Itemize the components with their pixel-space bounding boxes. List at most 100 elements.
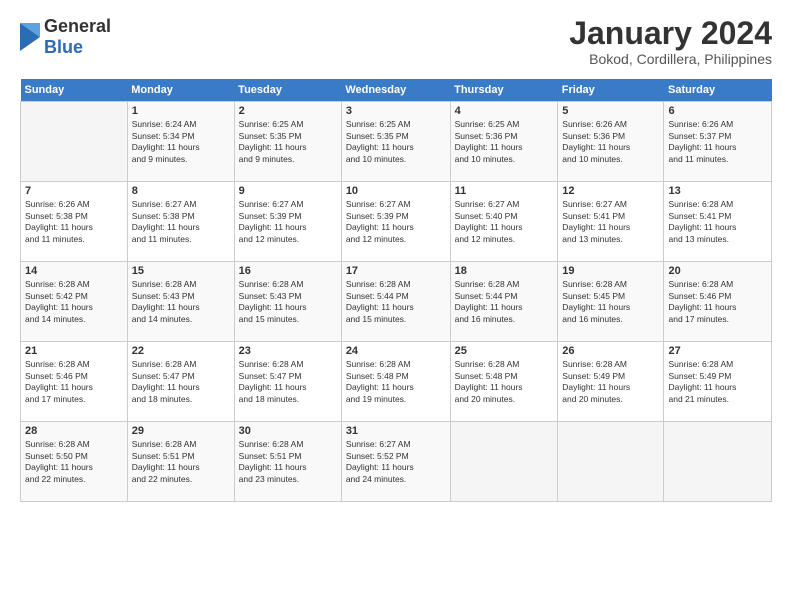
day-number: 9 (239, 185, 337, 197)
day-cell: 29 Sunrise: 6:28 AM Sunset: 5:51 PM Dayli… (127, 422, 234, 502)
day-info: Sunrise: 6:28 AM Sunset: 5:43 PM Dayligh… (132, 279, 230, 325)
day-cell: 3 Sunrise: 6:25 AM Sunset: 5:35 PM Daylig… (341, 102, 450, 182)
day-number: 17 (346, 265, 446, 277)
day-number: 13 (668, 185, 767, 197)
day-number: 31 (346, 425, 446, 437)
week-row-2: 7Sunrise: 6:26 AM Sunset: 5:38 PM Daylig… (21, 182, 772, 262)
weekday-header-saturday: Saturday (664, 79, 772, 102)
weekday-header-friday: Friday (558, 79, 664, 102)
day-cell: 13 Sunrise: 6:28 AM Sunset: 5:41 PM Dayli… (664, 182, 772, 262)
day-cell: 28 Sunrise: 6:28 AM Sunset: 5:50 PM Dayli… (21, 422, 128, 502)
day-info: Sunrise: 6:28 AM Sunset: 5:51 PM Dayligh… (132, 439, 230, 485)
day-info: Sunrise: 6:28 AM Sunset: 5:44 PM Dayligh… (346, 279, 446, 325)
day-number: 14 (25, 265, 123, 277)
day-cell: 26 Sunrise: 6:28 AM Sunset: 5:49 PM Dayli… (558, 342, 664, 422)
day-info: Sunrise: 6:28 AM Sunset: 5:43 PM Dayligh… (239, 279, 337, 325)
day-info: Sunrise: 6:28 AM Sunset: 5:48 PM Dayligh… (455, 359, 554, 405)
day-number: 4 (455, 105, 554, 117)
day-cell: 16Sunrise: 6:28 AM Sunset: 5:43 PM Dayli… (234, 262, 341, 342)
logo: General Blue (20, 16, 111, 58)
week-row-1: 1 Sunrise: 6:24 AM Sunset: 5:34 PM Daylig… (21, 102, 772, 182)
header: General Blue January 2024 Bokod, Cordill… (20, 16, 772, 67)
weekday-header-row: SundayMondayTuesdayWednesdayThursdayFrid… (21, 79, 772, 102)
day-cell: 7Sunrise: 6:26 AM Sunset: 5:38 PM Daylig… (21, 182, 128, 262)
weekday-header-thursday: Thursday (450, 79, 558, 102)
day-cell: 22 Sunrise: 6:28 AM Sunset: 5:47 PM Dayli… (127, 342, 234, 422)
day-cell: 1 Sunrise: 6:24 AM Sunset: 5:34 PM Daylig… (127, 102, 234, 182)
day-cell: 25Sunrise: 6:28 AM Sunset: 5:48 PM Dayli… (450, 342, 558, 422)
day-number: 30 (239, 425, 337, 437)
day-cell: 5 Sunrise: 6:26 AM Sunset: 5:36 PM Daylig… (558, 102, 664, 182)
day-number: 8 (132, 185, 230, 197)
day-info: Sunrise: 6:28 AM Sunset: 5:47 PM Dayligh… (132, 359, 230, 405)
day-number: 7 (25, 185, 123, 197)
day-number: 28 (25, 425, 123, 437)
day-number: 6 (668, 105, 767, 117)
logo-icon (20, 23, 40, 51)
day-info: Sunrise: 6:28 AM Sunset: 5:47 PM Dayligh… (239, 359, 337, 405)
day-cell: 6 Sunrise: 6:26 AM Sunset: 5:37 PM Daylig… (664, 102, 772, 182)
page: General Blue January 2024 Bokod, Cordill… (0, 0, 792, 612)
day-cell: 2 Sunrise: 6:25 AM Sunset: 5:35 PM Daylig… (234, 102, 341, 182)
day-number: 1 (132, 105, 230, 117)
day-number: 19 (562, 265, 659, 277)
day-number: 29 (132, 425, 230, 437)
day-cell: 19 Sunrise: 6:28 AM Sunset: 5:45 PM Dayli… (558, 262, 664, 342)
calendar: SundayMondayTuesdayWednesdayThursdayFrid… (20, 79, 772, 502)
day-info: Sunrise: 6:25 AM Sunset: 5:35 PM Dayligh… (346, 119, 446, 165)
day-cell: 8 Sunrise: 6:27 AM Sunset: 5:38 PM Daylig… (127, 182, 234, 262)
day-cell: 18Sunrise: 6:28 AM Sunset: 5:44 PM Dayli… (450, 262, 558, 342)
day-info: Sunrise: 6:27 AM Sunset: 5:41 PM Dayligh… (562, 199, 659, 245)
week-row-3: 14 Sunrise: 6:28 AM Sunset: 5:42 PM Dayli… (21, 262, 772, 342)
logo-blue-text: Blue (44, 37, 111, 58)
weekday-header-wednesday: Wednesday (341, 79, 450, 102)
day-cell: 14 Sunrise: 6:28 AM Sunset: 5:42 PM Dayli… (21, 262, 128, 342)
day-number: 5 (562, 105, 659, 117)
day-info: Sunrise: 6:28 AM Sunset: 5:45 PM Dayligh… (562, 279, 659, 325)
day-cell (664, 422, 772, 502)
day-info: Sunrise: 6:28 AM Sunset: 5:49 PM Dayligh… (562, 359, 659, 405)
day-info: Sunrise: 6:28 AM Sunset: 5:42 PM Dayligh… (25, 279, 123, 325)
day-number: 26 (562, 345, 659, 357)
day-cell: 31Sunrise: 6:27 AM Sunset: 5:52 PM Dayli… (341, 422, 450, 502)
day-info: Sunrise: 6:28 AM Sunset: 5:48 PM Dayligh… (346, 359, 446, 405)
day-number: 22 (132, 345, 230, 357)
day-cell: 11Sunrise: 6:27 AM Sunset: 5:40 PM Dayli… (450, 182, 558, 262)
day-info: Sunrise: 6:27 AM Sunset: 5:38 PM Dayligh… (132, 199, 230, 245)
day-info: Sunrise: 6:24 AM Sunset: 5:34 PM Dayligh… (132, 119, 230, 165)
day-info: Sunrise: 6:28 AM Sunset: 5:51 PM Dayligh… (239, 439, 337, 485)
day-info: Sunrise: 6:26 AM Sunset: 5:37 PM Dayligh… (668, 119, 767, 165)
day-cell: 9 Sunrise: 6:27 AM Sunset: 5:39 PM Daylig… (234, 182, 341, 262)
day-cell: 17 Sunrise: 6:28 AM Sunset: 5:44 PM Dayli… (341, 262, 450, 342)
day-number: 27 (668, 345, 767, 357)
day-cell (558, 422, 664, 502)
day-cell: 4Sunrise: 6:25 AM Sunset: 5:36 PM Daylig… (450, 102, 558, 182)
day-info: Sunrise: 6:28 AM Sunset: 5:41 PM Dayligh… (668, 199, 767, 245)
day-number: 10 (346, 185, 446, 197)
day-info: Sunrise: 6:28 AM Sunset: 5:50 PM Dayligh… (25, 439, 123, 485)
weekday-header-monday: Monday (127, 79, 234, 102)
day-info: Sunrise: 6:27 AM Sunset: 5:39 PM Dayligh… (346, 199, 446, 245)
week-row-5: 28 Sunrise: 6:28 AM Sunset: 5:50 PM Dayli… (21, 422, 772, 502)
day-number: 15 (132, 265, 230, 277)
weekday-header-tuesday: Tuesday (234, 79, 341, 102)
title-block: January 2024 Bokod, Cordillera, Philippi… (569, 16, 772, 67)
day-info: Sunrise: 6:28 AM Sunset: 5:44 PM Dayligh… (455, 279, 554, 325)
day-cell: 21Sunrise: 6:28 AM Sunset: 5:46 PM Dayli… (21, 342, 128, 422)
day-cell: 27Sunrise: 6:28 AM Sunset: 5:49 PM Dayli… (664, 342, 772, 422)
day-info: Sunrise: 6:27 AM Sunset: 5:40 PM Dayligh… (455, 199, 554, 245)
month-title: January 2024 (569, 16, 772, 51)
day-number: 12 (562, 185, 659, 197)
day-info: Sunrise: 6:25 AM Sunset: 5:35 PM Dayligh… (239, 119, 337, 165)
day-cell: 30 Sunrise: 6:28 AM Sunset: 5:51 PM Dayli… (234, 422, 341, 502)
day-cell (450, 422, 558, 502)
day-cell (21, 102, 128, 182)
day-number: 2 (239, 105, 337, 117)
day-number: 24 (346, 345, 446, 357)
day-cell: 10 Sunrise: 6:27 AM Sunset: 5:39 PM Dayli… (341, 182, 450, 262)
logo-text: General Blue (44, 16, 111, 58)
day-number: 3 (346, 105, 446, 117)
day-info: Sunrise: 6:26 AM Sunset: 5:36 PM Dayligh… (562, 119, 659, 165)
day-cell: 15 Sunrise: 6:28 AM Sunset: 5:43 PM Dayli… (127, 262, 234, 342)
day-info: Sunrise: 6:27 AM Sunset: 5:39 PM Dayligh… (239, 199, 337, 245)
